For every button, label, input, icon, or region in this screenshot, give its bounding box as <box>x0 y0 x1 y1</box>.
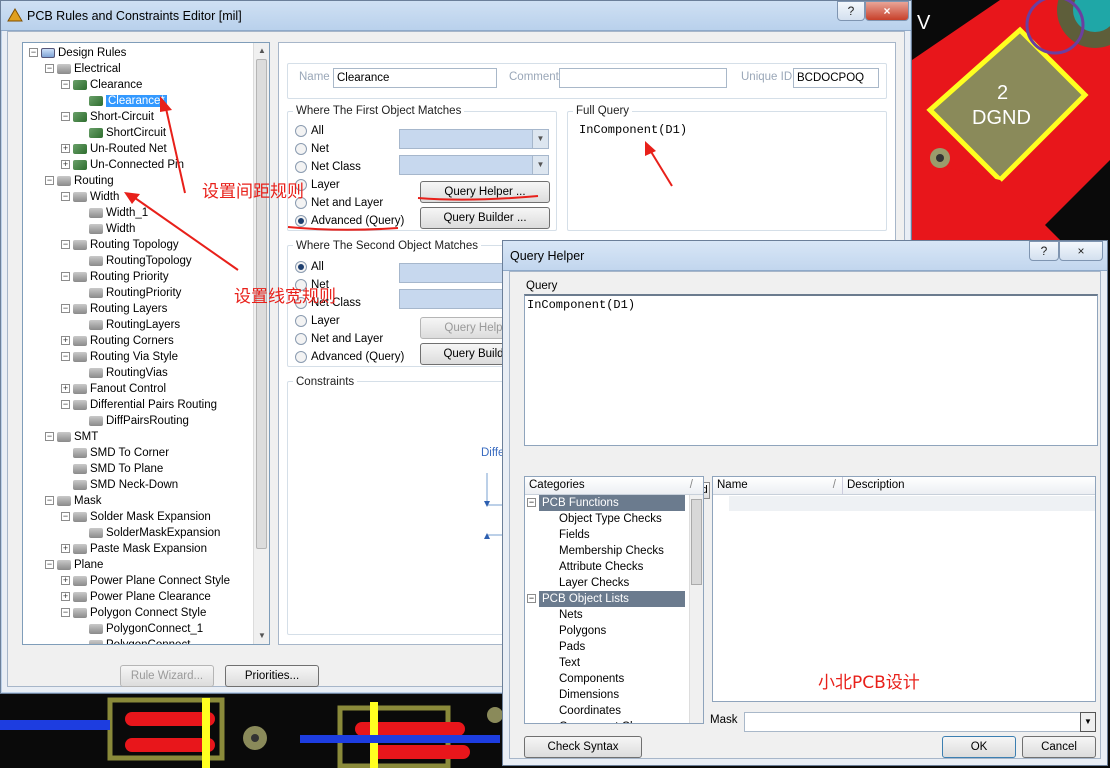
collapse-icon[interactable]: − <box>527 498 536 508</box>
category-item[interactable]: Fields <box>559 527 590 543</box>
mask-input[interactable] <box>744 712 1082 732</box>
category-item[interactable]: Layer Checks <box>559 575 629 591</box>
category-item[interactable]: Membership Checks <box>559 543 664 559</box>
desc-header-label: Description <box>847 479 905 491</box>
category-item[interactable]: Attribute Checks <box>559 559 643 575</box>
annotation-width-rule: 设置线宽规则 <box>234 287 336 307</box>
ok-button[interactable]: OK <box>942 736 1016 758</box>
categories-header-label: Categories <box>529 479 585 491</box>
name-header-label: Name <box>717 479 748 491</box>
query-editor-text: InComponent(D1) <box>527 298 636 312</box>
category-item[interactable]: Components <box>559 671 624 687</box>
category-item[interactable]: Polygons <box>559 623 606 639</box>
collapse-icon[interactable]: − <box>527 594 536 604</box>
name-column-header[interactable]: Name / <box>713 477 843 495</box>
qh-body: Query InComponent(D1) +-*/DivModNotAndOr… <box>509 271 1101 759</box>
category-item[interactable]: Object Type Checks <box>559 511 662 527</box>
functions-highlight-row[interactable] <box>729 496 1095 511</box>
category-group[interactable]: − PCB Functions <box>527 495 685 511</box>
category-item[interactable]: Dimensions <box>559 687 619 703</box>
category-item[interactable]: Coordinates <box>559 703 621 719</box>
cancel-button[interactable]: Cancel <box>1022 736 1096 758</box>
qh-close-button[interactable]: × <box>1059 241 1103 261</box>
mask-label: Mask <box>710 714 738 726</box>
category-group-label: PCB Object Lists <box>539 591 685 607</box>
description-column-header[interactable]: Description <box>843 477 1095 495</box>
category-item[interactable]: Text <box>559 655 580 671</box>
categories-list[interactable]: Categories / − PCB Functions Object Type Ch… <box>524 476 704 724</box>
category-item[interactable]: Component Classes <box>559 719 663 723</box>
chevron-down-icon: ▼ <box>1084 717 1092 726</box>
query-helper-dialog: Query Helper ? × Query InComponent(D1) +… <box>502 240 1108 766</box>
query-label: Query <box>526 280 558 292</box>
category-group[interactable]: − PCB Object Lists <box>527 591 685 607</box>
annotation-clearance-rule: 设置间距规则 <box>202 182 304 202</box>
watermark-text: 小北PCB设计 <box>818 673 920 693</box>
check-syntax-button[interactable]: Check Syntax <box>524 736 642 758</box>
qh-help-button[interactable]: ? <box>1029 241 1059 261</box>
mask-dropdown[interactable]: ▼ <box>1080 712 1096 732</box>
query-editor[interactable]: InComponent(D1) <box>524 294 1098 446</box>
categories-scroll-thumb[interactable] <box>691 499 702 585</box>
category-item[interactable]: Pads <box>559 639 585 655</box>
categories-scrollbar[interactable] <box>689 495 703 723</box>
category-item[interactable]: Nets <box>559 607 583 623</box>
qh-window-title: Query Helper <box>510 249 585 263</box>
qh-title-bar: Query Helper ? × <box>503 241 1107 271</box>
category-group-label: PCB Functions <box>539 495 685 511</box>
categories-header[interactable]: Categories / <box>525 477 703 495</box>
